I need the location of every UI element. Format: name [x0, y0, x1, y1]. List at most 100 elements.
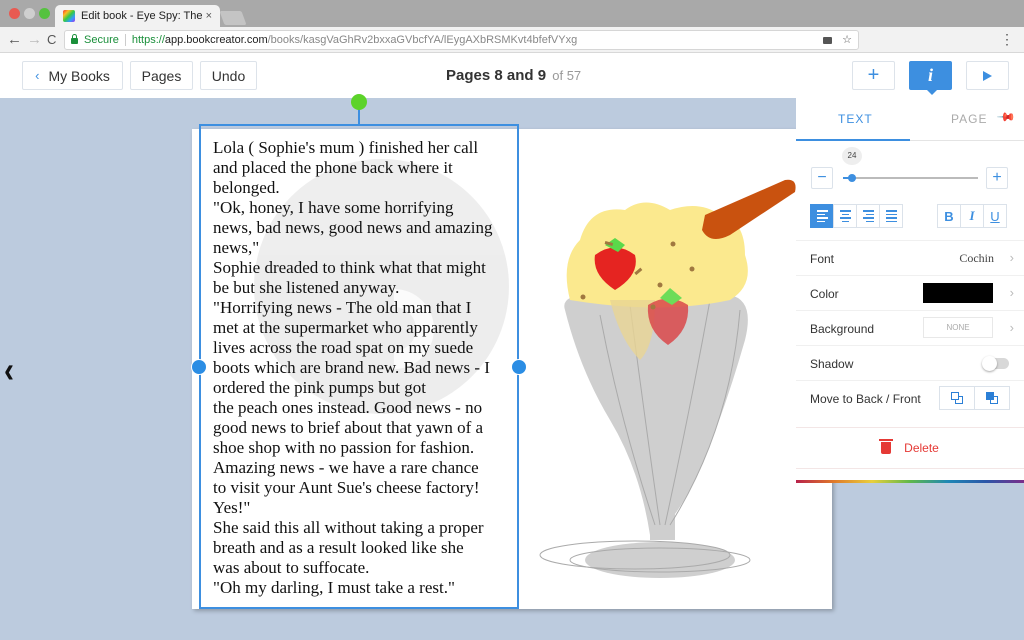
sprinkle — [580, 294, 586, 300]
sprinkle — [670, 241, 676, 247]
my-books-button[interactable]: ‹ My Books — [22, 61, 123, 90]
previous-page-arrow[interactable]: ‹ — [4, 351, 14, 392]
url-scheme: https:// — [131, 34, 165, 46]
browser-titlebar: Edit book - Eye Spy: The Parac × — [0, 0, 1024, 27]
font-label: Font — [810, 252, 835, 266]
tab-text[interactable]: TEXT — [838, 112, 873, 126]
shadow-row: Shadow — [796, 345, 1024, 380]
alignment-group — [810, 204, 903, 228]
chevron-left-icon: ‹ — [35, 68, 40, 83]
font-row[interactable]: Font Cochin › — [796, 240, 1024, 275]
order-label: Move to Back / Front — [810, 392, 921, 406]
tab-title: Edit book - Eye Spy: The Parac — [81, 10, 202, 22]
bold-button[interactable]: B — [937, 204, 961, 228]
font-size-slider[interactable] — [843, 174, 978, 182]
sprinkle — [689, 266, 695, 272]
font-size-value: 24 — [842, 147, 862, 165]
delete-label: Delete — [904, 441, 939, 455]
chevron-right-icon: › — [1009, 285, 1014, 300]
text-box-content[interactable]: Lola ( Sophie's mum ) finished her call … — [213, 138, 513, 598]
decrease-size-button[interactable]: − — [811, 167, 833, 189]
bookcreator-favicon-icon — [63, 10, 75, 22]
align-left-button[interactable] — [810, 204, 834, 228]
active-tab-indicator — [796, 139, 910, 141]
divider — [124, 34, 126, 46]
window-close-button[interactable] — [9, 8, 20, 19]
rotate-handle[interactable] — [351, 94, 367, 110]
inspector-button[interactable]: i — [909, 61, 952, 95]
url-host: app.bookcreator.com — [164, 34, 268, 46]
glass-stem — [650, 510, 675, 540]
bookmark-star-icon[interactable]: ☆ — [842, 33, 852, 46]
back-icon[interactable]: ← — [7, 31, 22, 49]
bring-to-front-button[interactable] — [974, 386, 1010, 410]
align-justify-button[interactable] — [879, 204, 903, 228]
send-to-back-button[interactable] — [939, 386, 975, 410]
align-right-button[interactable] — [856, 204, 880, 228]
play-icon — [983, 70, 992, 81]
align-center-icon — [839, 210, 851, 222]
address-bar[interactable]: Secure https:// app.bookcreator.com /boo… — [64, 30, 859, 50]
align-justify-icon — [885, 210, 897, 222]
browser-tab[interactable]: Edit book - Eye Spy: The Parac × — [55, 5, 220, 27]
browser-toolbar: ← → C Secure https:// app.bookcreator.co… — [0, 27, 1024, 53]
resize-handle-left[interactable] — [191, 359, 207, 375]
inspector-panel: TEXT PAGE 📌 24 − + B I U Font Cochin › C — [796, 98, 1024, 483]
add-button[interactable]: + — [852, 61, 895, 90]
page-title: Pages 8 and 9 of 57 — [446, 67, 581, 84]
page-count: of 57 — [552, 68, 582, 83]
lock-icon — [71, 34, 78, 44]
window-maximize-button[interactable] — [39, 8, 50, 19]
url-path: /books/kasgVaGhRv2bxxaGVbcfYA/lEygAXbRSM… — [267, 34, 578, 46]
background-value[interactable]: NONE — [923, 317, 993, 338]
sprinkle — [650, 304, 656, 310]
tab-page[interactable]: PAGE — [951, 112, 987, 126]
bring-to-front-icon — [986, 392, 998, 404]
rainbow-divider — [796, 480, 1024, 483]
browser-menu-icon[interactable]: ⋮ — [1000, 31, 1014, 48]
tab-close-icon[interactable]: × — [206, 10, 212, 22]
align-center-button[interactable] — [833, 204, 857, 228]
page-range: Pages 8 and 9 — [446, 67, 547, 84]
undo-button[interactable]: Undo — [200, 61, 257, 90]
pages-button[interactable]: Pages — [130, 61, 193, 90]
order-buttons — [939, 386, 1010, 410]
trash-icon — [879, 439, 894, 454]
toggle-knob — [982, 356, 997, 371]
secure-label: Secure — [84, 34, 119, 46]
my-books-label: My Books — [48, 67, 110, 84]
new-tab-button[interactable] — [219, 11, 247, 25]
window-minimize-button[interactable] — [24, 8, 35, 19]
background-label: Background — [810, 322, 875, 336]
glass-base — [585, 542, 735, 578]
panel-tabs: TEXT PAGE 📌 — [796, 98, 1024, 141]
resize-handle-right[interactable] — [511, 359, 527, 375]
background-row[interactable]: Background NONE › — [796, 310, 1024, 345]
pin-icon[interactable]: 📌 — [996, 107, 1016, 127]
forward-icon[interactable]: → — [27, 31, 42, 49]
shadow-label: Shadow — [810, 357, 854, 371]
shadow-toggle[interactable] — [982, 356, 1009, 371]
text-style-group: B I U — [937, 204, 1007, 228]
underline-button[interactable]: U — [983, 204, 1007, 228]
increase-size-button[interactable]: + — [986, 167, 1008, 189]
camera-icon[interactable] — [823, 37, 833, 44]
align-left-icon — [816, 210, 828, 222]
spoon — [702, 179, 796, 239]
sprinkle — [657, 282, 663, 288]
ice-cream-drawing[interactable] — [530, 170, 800, 590]
slider-knob[interactable] — [848, 174, 857, 182]
selected-text-box[interactable]: Lola ( Sophie's mum ) finished her call … — [199, 124, 519, 609]
color-label: Color — [810, 287, 839, 301]
app-header: ‹ My Books Pages Undo Pages 8 and 9 of 5… — [0, 53, 1024, 98]
align-right-icon — [862, 210, 874, 222]
chevron-right-icon: › — [1009, 250, 1014, 265]
chevron-right-icon: › — [1009, 320, 1014, 335]
color-row[interactable]: Color › — [796, 275, 1024, 310]
italic-button[interactable]: I — [960, 204, 984, 228]
color-swatch[interactable] — [923, 283, 993, 303]
play-button[interactable] — [966, 61, 1009, 90]
send-to-back-icon — [951, 392, 963, 404]
delete-button[interactable]: Delete — [796, 427, 1024, 469]
reload-icon[interactable]: C — [47, 31, 56, 49]
